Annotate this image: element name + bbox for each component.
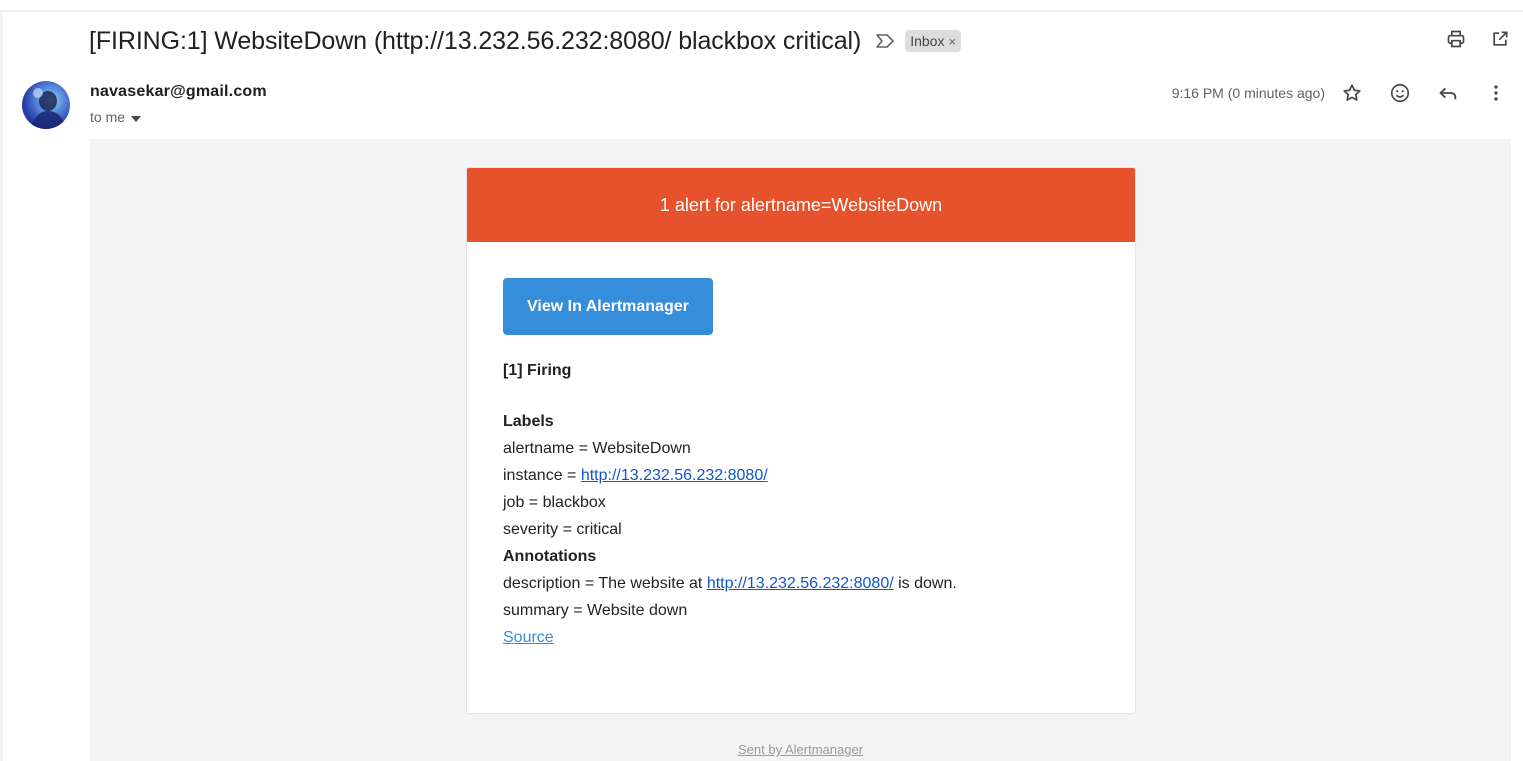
sender-email[interactable]: navasekar@gmail.com: [90, 83, 267, 101]
recipient-text: to me: [90, 109, 126, 125]
left-edge: [0, 12, 3, 761]
label-alertname: alertname = WebsiteDown: [503, 440, 691, 457]
label-instance-prefix: instance =: [503, 467, 581, 484]
instance-link[interactable]: http://13.232.56.232:8080/: [581, 467, 768, 484]
remove-label-icon[interactable]: ×: [948, 34, 956, 49]
labels-title: Labels: [503, 413, 554, 430]
view-in-alertmanager-button[interactable]: View In Alertmanager: [503, 278, 713, 335]
description-link[interactable]: http://13.232.56.232:8080/: [707, 575, 894, 592]
subject-row: [FIRING:1] WebsiteDown (http://13.232.56…: [89, 24, 962, 58]
alert-card: 1 alert for alertname=WebsiteDown View I…: [466, 167, 1136, 714]
description-suffix: is down.: [893, 575, 957, 592]
thread-actions: [1445, 28, 1511, 50]
label-job: job = blackbox: [503, 494, 606, 511]
more-vert-icon[interactable]: [1485, 82, 1507, 104]
star-icon[interactable]: [1341, 82, 1363, 104]
firing-title: [1] Firing: [503, 362, 572, 379]
alert-header: 1 alert for alertname=WebsiteDown: [467, 168, 1135, 242]
inbox-label-text: Inbox: [910, 33, 945, 49]
message-body: 1 alert for alertname=WebsiteDown View I…: [90, 139, 1511, 761]
annotations-title: Annotations: [503, 548, 597, 565]
label-instance: instance = http://13.232.56.232:8080/: [503, 462, 1099, 489]
source-link[interactable]: Source: [503, 629, 554, 646]
open-in-new-icon[interactable]: [1489, 28, 1511, 50]
message-timestamp: 9:16 PM (0 minutes ago): [1171, 85, 1325, 101]
annotation-description: description = The website at http://13.2…: [503, 570, 1099, 597]
reply-icon[interactable]: [1437, 82, 1459, 104]
alert-content: View In Alertmanager [1] Firing Labels a…: [467, 242, 1135, 651]
footer: Sent by Alertmanager: [90, 742, 1511, 757]
inbox-label-chip[interactable]: Inbox ×: [905, 30, 962, 52]
recipient-details[interactable]: to me: [90, 109, 142, 125]
emoji-icon[interactable]: [1389, 82, 1411, 104]
sent-by-alertmanager-link[interactable]: Sent by Alertmanager: [738, 742, 863, 757]
print-icon[interactable]: [1445, 28, 1467, 50]
message-meta: 9:16 PM (0 minutes ago): [1172, 82, 1507, 104]
importance-marker-icon[interactable]: [875, 30, 897, 52]
top-divider: [0, 10, 1523, 12]
chevron-down-icon[interactable]: [131, 109, 142, 125]
description-prefix: description = The website at: [503, 575, 707, 592]
annotation-summary: summary = Website down: [503, 602, 688, 619]
sender-avatar[interactable]: [22, 81, 70, 129]
label-severity: severity = critical: [503, 521, 622, 538]
email-subject: [FIRING:1] WebsiteDown (http://13.232.56…: [89, 26, 862, 55]
